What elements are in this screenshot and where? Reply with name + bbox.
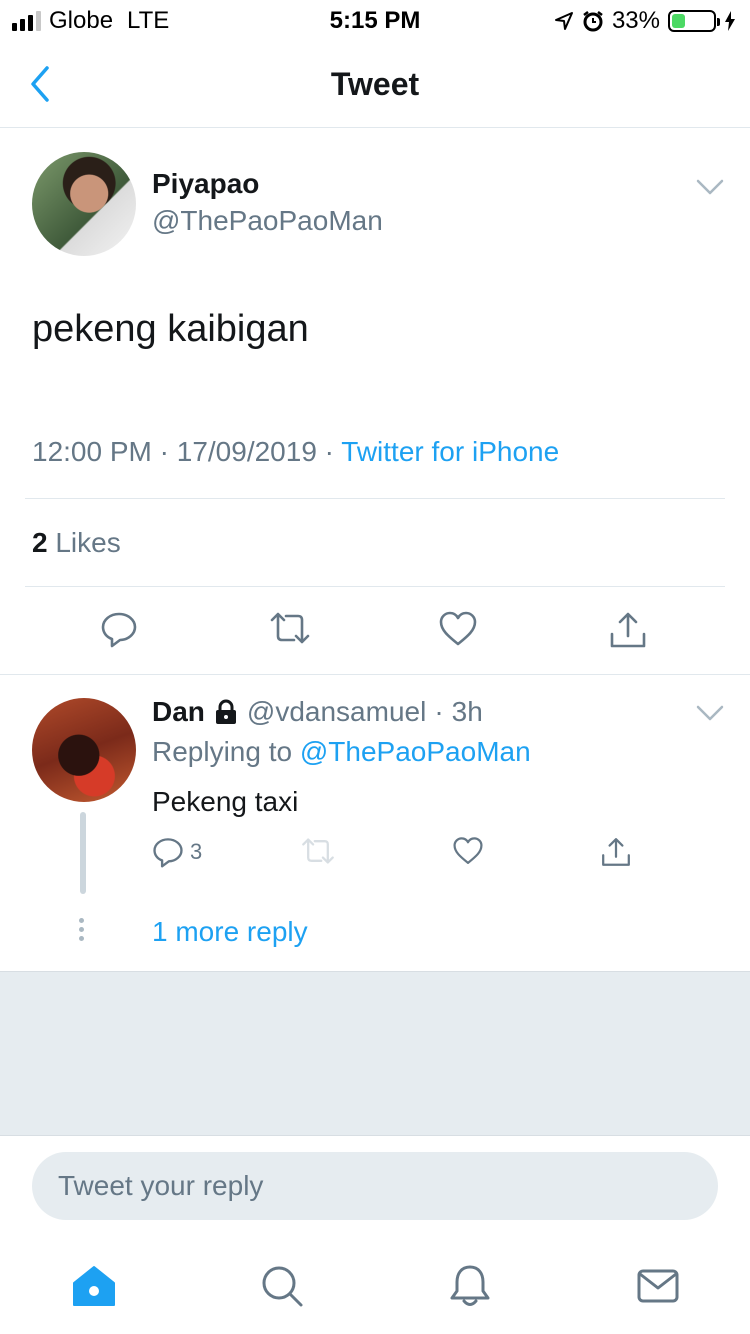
battery-level bbox=[672, 14, 686, 28]
reply-author-name[interactable]: Dan bbox=[152, 696, 205, 728]
location-arrow-icon bbox=[554, 12, 573, 30]
divider bbox=[25, 586, 725, 587]
home-icon bbox=[73, 1266, 115, 1306]
status-right: 33% bbox=[554, 7, 736, 35]
share-icon bbox=[610, 612, 646, 648]
reply-icon bbox=[153, 838, 183, 868]
reply-icon bbox=[101, 612, 137, 648]
meta-separator: · bbox=[324, 436, 334, 467]
tweet-source-link[interactable]: Twitter for iPhone bbox=[341, 436, 559, 467]
divider bbox=[0, 674, 750, 675]
status-bar: Globe LTE 5:15 PM 33% bbox=[0, 0, 750, 40]
reply-text: Pekeng taxi bbox=[152, 786, 299, 817]
tweet-meta: 12:00 PM · 17/09/2019 · Twitter for iPho… bbox=[32, 436, 559, 468]
author-avatar[interactable] bbox=[32, 152, 136, 256]
retweet-icon bbox=[270, 612, 310, 644]
tab-notifications[interactable] bbox=[446, 1262, 494, 1310]
charging-bolt-icon bbox=[725, 11, 735, 31]
reply-author-handle[interactable]: @vdansamuel bbox=[247, 696, 426, 728]
reply-author-avatar[interactable] bbox=[32, 698, 136, 802]
notifications-icon bbox=[450, 1265, 490, 1306]
reply-age: 3h bbox=[451, 696, 483, 727]
tab-home[interactable] bbox=[70, 1262, 118, 1310]
share-icon bbox=[602, 838, 630, 866]
like-icon bbox=[439, 611, 477, 646]
reply-composer-input[interactable] bbox=[32, 1152, 718, 1220]
replying-prefix: Replying to bbox=[152, 736, 293, 767]
tab-bar bbox=[0, 1236, 750, 1334]
retweet-button[interactable] bbox=[268, 610, 312, 646]
tweet-time: 12:00 PM bbox=[32, 436, 152, 467]
nav-bar: Tweet bbox=[0, 40, 750, 128]
likes-count-link[interactable]: 2 Likes bbox=[32, 527, 121, 559]
battery-percent: 33% bbox=[611, 7, 660, 34]
reply-count: 3 bbox=[190, 839, 203, 864]
tweet-date: 17/09/2019 bbox=[176, 436, 317, 467]
messages-icon bbox=[637, 1269, 679, 1303]
tweet-options-chevron-icon[interactable] bbox=[696, 178, 724, 196]
replying-to: Replying to @ThePaoPaoMan bbox=[152, 736, 531, 768]
like-button[interactable] bbox=[438, 610, 478, 648]
alarm-clock-icon bbox=[583, 11, 603, 32]
lock-icon bbox=[215, 699, 236, 724]
reply-header: Dan @vdansamuel · 3h bbox=[152, 696, 483, 728]
likes-label: Likes bbox=[55, 527, 121, 558]
timeline-empty-area bbox=[0, 971, 750, 1136]
like-icon bbox=[453, 837, 483, 864]
share-button[interactable] bbox=[608, 610, 648, 650]
page-title: Tweet bbox=[330, 66, 420, 102]
likes-count: 2 bbox=[32, 527, 48, 558]
author-handle[interactable]: @ThePaoPaoMan bbox=[152, 205, 383, 237]
search-icon bbox=[262, 1266, 303, 1307]
meta-separator: · bbox=[159, 436, 169, 467]
reply-like-button[interactable] bbox=[452, 836, 484, 866]
reply-options-chevron-icon[interactable] bbox=[696, 704, 724, 722]
reply-share-button[interactable] bbox=[600, 836, 632, 868]
tab-search[interactable] bbox=[258, 1262, 306, 1310]
replying-to-handle[interactable]: @ThePaoPaoMan bbox=[300, 736, 531, 767]
divider bbox=[25, 498, 725, 499]
more-replies-link[interactable]: 1 more reply bbox=[152, 916, 308, 948]
retweet-disabled-icon bbox=[302, 838, 334, 864]
battery-icon bbox=[668, 10, 720, 32]
thread-line bbox=[80, 812, 86, 894]
reply-reply-button[interactable]: 3 bbox=[152, 836, 202, 868]
tab-messages[interactable] bbox=[634, 1262, 682, 1310]
reply-separator: · bbox=[434, 696, 444, 727]
author-name[interactable]: Piyapao bbox=[152, 168, 259, 200]
more-replies-dots-icon bbox=[79, 918, 84, 941]
reply-retweet-button bbox=[300, 836, 336, 866]
tweet-text: pekeng kaibigan bbox=[32, 308, 309, 350]
reply-button[interactable] bbox=[100, 610, 138, 648]
